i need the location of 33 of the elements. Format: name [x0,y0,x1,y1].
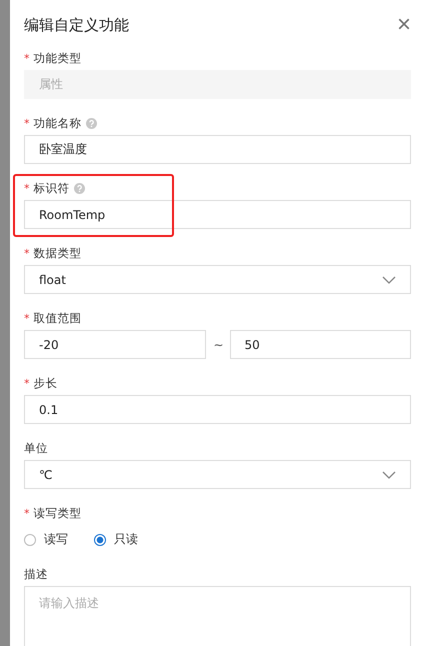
radio-option[interactable]: 读写 [24,531,68,548]
input-field[interactable]: RoomTemp [24,200,411,229]
field-label: 功能名称 [34,116,82,130]
field-label: 功能类型 [34,50,82,66]
radio-option[interactable]: 只读 [94,531,138,548]
required-mark: * [24,376,30,390]
required-mark: * [24,246,30,260]
select-field[interactable]: float [24,265,411,294]
input-field[interactable]: 卧室温度 [24,135,411,164]
required-mark: * [24,506,30,520]
help-icon[interactable] [86,118,96,128]
chevron-down-icon [382,276,396,284]
required-mark: * [24,182,30,194]
required-mark: * [24,116,30,130]
field-label: 单位 [24,440,48,456]
select-field[interactable]: ℃ [24,460,411,489]
field-label: 标识符 [34,180,70,196]
max-input-field[interactable]: 50 [230,330,411,359]
close-button[interactable]: × [392,13,411,37]
field-label: 取值范围 [34,310,82,326]
range-separator: ~ [214,338,222,352]
field-label: 数据类型 [34,246,82,260]
field-label: 描述 [24,566,48,582]
drawer-title: 编辑自定义功能 [24,16,129,34]
help-icon[interactable] [74,182,84,194]
min-input-field[interactable]: -20 [24,330,206,359]
input-field[interactable]: 0.1 [24,395,411,424]
description-field[interactable]: 请输入描述 [24,586,411,646]
chevron-down-icon [382,470,396,478]
required-mark: * [24,52,30,64]
field-label: 读写类型 [34,506,82,520]
required-mark: * [24,312,30,324]
field-label: 步长 [34,376,58,390]
